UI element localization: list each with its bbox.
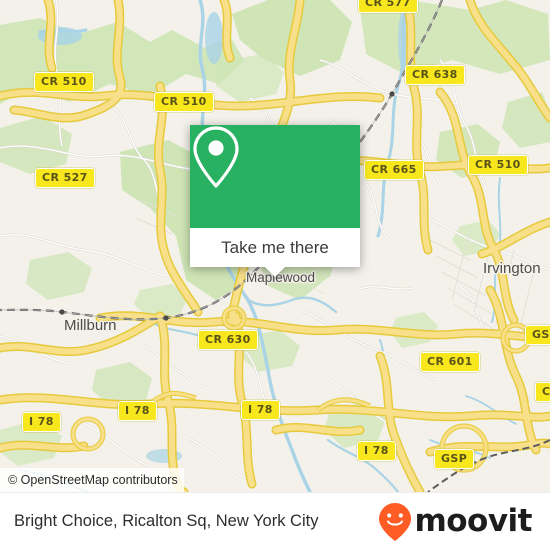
place-label-millburn: Millburn	[64, 317, 117, 334]
road-shield[interactable]: CR 527	[35, 168, 95, 188]
road-shield[interactable]: CR 510	[468, 155, 528, 175]
road-shield[interactable]: GSP	[525, 325, 550, 345]
footer-bar: Bright Choice, Ricalton Sq, New York Cit…	[0, 492, 550, 550]
road-shield[interactable]: I 78	[22, 412, 61, 432]
road-shield[interactable]: CR 665	[364, 160, 424, 180]
moovit-smiley-pin-icon	[379, 502, 412, 541]
road-shield[interactable]: CR 510	[154, 92, 214, 112]
road-shield[interactable]: CR	[535, 382, 550, 402]
location-popup[interactable]: Take me there	[190, 125, 360, 277]
popup-tail	[265, 267, 285, 277]
location-title: Bright Choice, Ricalton Sq, New York Cit…	[14, 512, 319, 530]
osm-attribution[interactable]: © OpenStreetMap contributors	[0, 468, 184, 492]
road-shield[interactable]: CR 601	[420, 352, 480, 372]
map-canvas[interactable]: CR 577 CR 510 CR 510 CR 638 CR 527 CR 66…	[0, 0, 550, 492]
road-shield[interactable]: CR 638	[405, 65, 465, 85]
road-shield[interactable]: I 78	[357, 441, 396, 461]
take-me-there-button[interactable]: Take me there	[190, 228, 360, 277]
moovit-wordmark: moovit	[414, 503, 532, 539]
osm-attribution-label: © OpenStreetMap contributors	[8, 473, 178, 487]
road-shield[interactable]: CR 577	[358, 0, 418, 13]
map-screen: CR 577 CR 510 CR 510 CR 638 CR 527 CR 66…	[0, 0, 550, 550]
map-pin-icon	[193, 126, 239, 188]
place-label-irvington: Irvington	[483, 260, 541, 277]
road-shield[interactable]: GSP	[434, 449, 475, 469]
road-shield[interactable]: I 78	[118, 401, 157, 421]
road-shield[interactable]: I 78	[241, 400, 280, 420]
take-me-there-label: Take me there	[221, 237, 329, 257]
road-shield[interactable]: CR 510	[34, 72, 94, 92]
moovit-logo[interactable]: moovit	[378, 502, 532, 542]
popup-marker-panel	[190, 125, 360, 228]
road-shield[interactable]: CR 630	[198, 330, 258, 350]
